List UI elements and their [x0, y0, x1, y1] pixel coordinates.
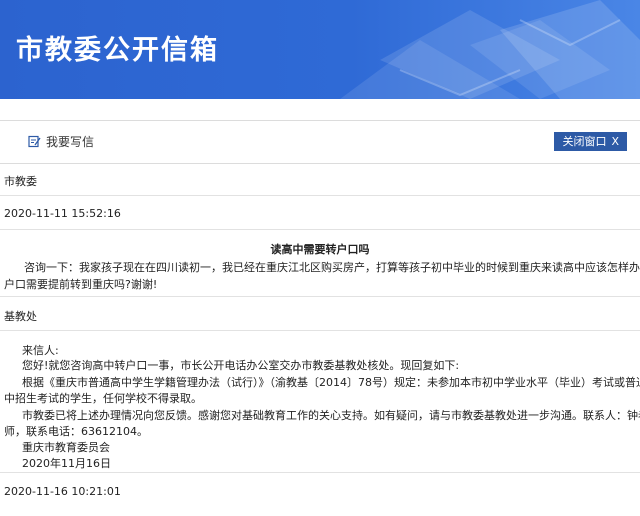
letter-content: 读高中需要转户口吗 咨询一下：我家孩子现在在四川读初一，我已经在重庆江北区购买房…	[0, 231, 640, 297]
reply-content: 来信人: 您好!就您咨询高中转户口一事，市长公开电话办公室交办市教委基教处核处。…	[0, 332, 640, 473]
reply-line1: 您好!就您咨询高中转户口一事，市长公开电话办公室交办市教委基教处核处。现回复如下…	[22, 359, 460, 372]
next-entry-date: 2020-11-16 10:21:01	[4, 485, 121, 498]
recipient: 市教委	[4, 175, 37, 188]
letter-date: 2020-11-11 15:52:16	[4, 207, 121, 220]
edit-icon	[28, 135, 41, 148]
reply-line4: 市教委已将上述办理情况向您反馈。感谢您对基础教育工作的关心支持。如有疑问，请与市…	[22, 409, 640, 422]
reply-sign-date: 2020年11月16日	[22, 457, 111, 470]
letter-title: 读高中需要转户口吗	[270, 243, 370, 256]
toolbar: 我要写信 关闭窗口 X	[0, 120, 640, 164]
reply-office: 基教处	[4, 310, 37, 323]
reply-line3: 中招生考试的学生，任何学校不得录取。	[4, 392, 202, 405]
write-letter-label: 我要写信	[46, 135, 95, 149]
close-icon: X	[611, 135, 619, 148]
close-window-button[interactable]: 关闭窗口 X	[554, 132, 627, 151]
reply-line2: 根据《重庆市普通高中学生学籍管理办法（试行）》（渝教基〔2014〕78号）规定：…	[22, 376, 640, 389]
reply-line5: 师，联系电话：63612104。	[4, 425, 148, 438]
write-letter-link[interactable]: 我要写信	[28, 133, 94, 150]
recipient-row: 市教委	[0, 163, 640, 196]
letter-body-line1: 咨询一下：我家孩子现在在四川读初一，我已经在重庆江北区购买房产，打算等孩子初中毕…	[24, 261, 640, 274]
letter-date-row: 2020-11-11 15:52:16	[0, 197, 640, 230]
office-row: 基教处	[0, 297, 640, 331]
letter-body-line2: 户口需要提前转到重庆吗?谢谢!	[4, 278, 158, 291]
reply-signer: 重庆市教育委员会	[22, 441, 110, 454]
page-banner: 市教委公开信箱	[0, 0, 640, 99]
banner-title: 市教委公开信箱	[16, 35, 219, 66]
close-window-label: 关闭窗口	[562, 135, 607, 148]
next-entry-row: 2020-11-16 10:21:01	[0, 473, 640, 516]
